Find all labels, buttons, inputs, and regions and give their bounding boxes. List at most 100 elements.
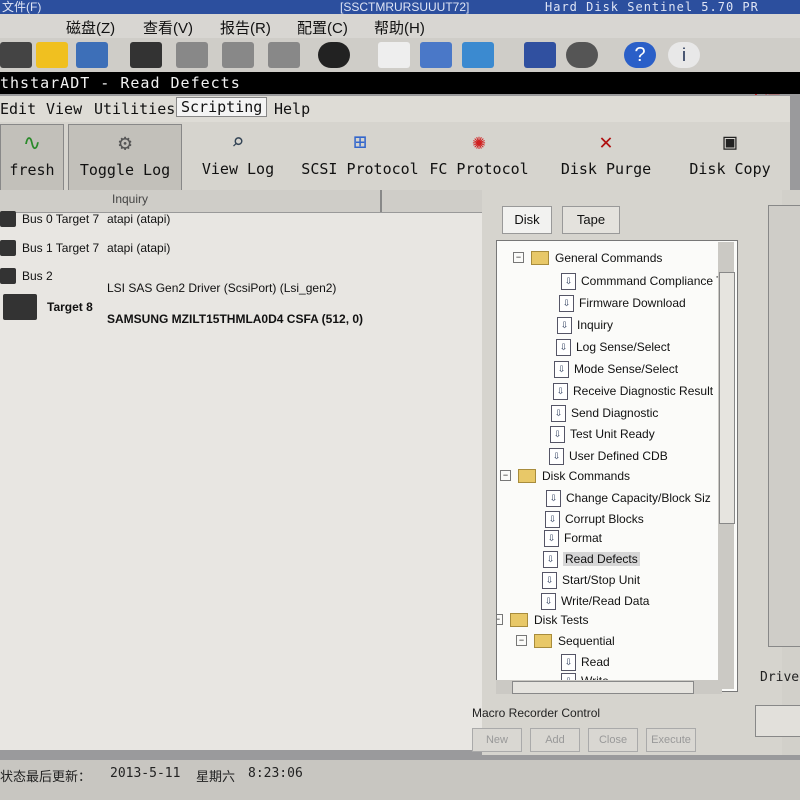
refresh-button[interactable]: ∿ fresh <box>0 124 64 194</box>
tree-item[interactable]: ⇩ Log Sense/Select <box>556 339 670 356</box>
tree-item[interactable]: ⇩ Write/Read Data <box>541 593 649 610</box>
collapse-icon[interactable]: − <box>513 252 524 263</box>
hdd-icon[interactable] <box>176 42 208 68</box>
device-inquiry: LSI SAS Gen2 Driver (ScsiPort) (Lsi_gen2… <box>107 281 337 295</box>
tree-item[interactable]: ⇩ Firmware Download <box>559 295 686 312</box>
drive-icon <box>0 240 16 256</box>
toggle-log-button[interactable]: ⚙ Toggle Log <box>68 124 182 194</box>
macro-recorder-label: Macro Recorder Control <box>472 706 601 720</box>
scsi-protocol-button[interactable]: ⊞ SCSI Protocol <box>300 124 420 192</box>
gear-icon: ⚙ <box>118 131 132 156</box>
disk-icon[interactable] <box>0 42 32 68</box>
device-row[interactable]: Bus 2 <box>0 268 53 284</box>
network-icon: ⊞ <box>353 130 367 155</box>
tree-item[interactable]: ⇩ Send Diagnostic <box>551 405 658 422</box>
outer-title-id: [SSCTMRURSUUUT72] <box>340 0 470 14</box>
tree-item[interactable]: ⇩ Read <box>561 654 610 671</box>
hdd-icon[interactable] <box>130 42 162 68</box>
folder-icon <box>510 613 528 627</box>
collapse-icon[interactable]: − <box>500 470 511 481</box>
command-icon: ⇩ <box>559 295 574 312</box>
monitor-icon[interactable] <box>76 42 108 68</box>
tree-item[interactable]: ⇩ Receive Diagnostic Result <box>553 383 713 400</box>
device-inquiry: SAMSUNG MZILT15THMLA0D4 CSFA (512, 0) <box>107 312 364 326</box>
menu-report[interactable]: 报告(R) <box>220 17 271 38</box>
folder-icon <box>531 251 549 265</box>
menu-utilities[interactable]: Utilities <box>94 100 175 118</box>
vertical-scrollbar[interactable] <box>718 242 735 689</box>
warning-icon[interactable] <box>36 42 68 68</box>
tab-disk[interactable]: Disk <box>502 206 552 234</box>
status-time: 8:23:06 <box>248 766 303 781</box>
device-row[interactable]: Bus 0 Target 7 <box>0 211 99 227</box>
tree-item[interactable]: ⇩ Test Unit Ready <box>550 426 655 443</box>
folder-icon <box>534 634 552 648</box>
copy-icon: ▣ <box>723 130 737 155</box>
info-icon[interactable]: i <box>668 42 700 68</box>
macro-execute-button[interactable]: Execute <box>646 728 696 752</box>
outer-menu-file[interactable]: 文件(F) <box>2 0 41 14</box>
fibre-icon: ✺ <box>472 130 486 155</box>
tree-node-sequential[interactable]: − Sequential <box>516 634 615 648</box>
window-icon[interactable] <box>462 42 494 68</box>
tree-node-disk-commands[interactable]: − Disk Commands <box>500 469 630 483</box>
collapse-icon[interactable]: − <box>497 614 503 625</box>
inner-menu-bar: Edit View Utilities Scripting Help <box>0 96 790 122</box>
status-label: 状态最后更新： <box>0 770 92 785</box>
tree-item[interactable]: ⇩ Commmand Compliance T <box>561 273 724 290</box>
fc-protocol-button[interactable]: ✺ FC Protocol <box>428 124 530 192</box>
menu-view-inner[interactable]: View <box>46 100 82 118</box>
macro-close-button[interactable]: Close <box>588 728 638 752</box>
disk-purge-button[interactable]: ✕ Disk Purge <box>556 124 656 192</box>
view-log-button[interactable]: ⌕ View Log <box>188 124 288 192</box>
drive-label: Drive <box>760 670 800 685</box>
tab-tape[interactable]: Tape <box>562 206 620 234</box>
hdd-icon[interactable] <box>222 42 254 68</box>
column-header-inquiry[interactable]: Inquiry <box>112 192 148 206</box>
menu-edit[interactable]: Edit <box>0 100 36 118</box>
tree-item-selected[interactable]: ⇩ Read Defects <box>543 551 640 568</box>
column-splitter[interactable] <box>380 190 382 212</box>
circle-icon[interactable] <box>318 42 350 68</box>
command-icon: ⇩ <box>543 551 558 568</box>
hdd-icon[interactable] <box>268 42 300 68</box>
tree-node-disk-tests[interactable]: −Disk Tests <box>497 613 588 627</box>
disc-icon[interactable] <box>566 42 598 68</box>
collapse-icon[interactable]: − <box>516 635 527 646</box>
window-title: thstarADT - Read Defects <box>0 74 241 92</box>
help-icon[interactable]: ? <box>624 42 656 68</box>
device-row[interactable]: Bus 1 Target 7 <box>0 240 99 256</box>
device-inquiry: atapi (atapi) <box>107 212 171 226</box>
scrollbar-thumb[interactable] <box>719 272 735 524</box>
menu-config[interactable]: 配置(C) <box>297 17 348 38</box>
command-icon: ⇩ <box>545 511 560 528</box>
disk-copy-button[interactable]: ▣ Disk Copy <box>680 124 780 192</box>
tree-item[interactable]: ⇩ Corrupt Blocks <box>545 511 644 528</box>
tree-item[interactable]: ⇩ User Defined CDB <box>549 448 668 465</box>
macro-add-button[interactable]: Add <box>530 728 580 752</box>
menu-view[interactable]: 查看(V) <box>143 17 193 38</box>
macro-new-button[interactable]: New <box>472 728 522 752</box>
refresh-icon[interactable] <box>420 42 452 68</box>
drive-button[interactable] <box>755 705 800 737</box>
tree-node-general-commands[interactable]: − General Commands <box>513 251 662 265</box>
tree-item[interactable]: ⇩ Mode Sense/Select <box>554 361 678 378</box>
inner-toolbar: ∿ fresh ⚙ Toggle Log ⌕ View Log ⊞ SCSI P… <box>0 122 790 198</box>
document-icon[interactable] <box>378 42 410 68</box>
menu-help-inner[interactable]: Help <box>274 100 310 118</box>
command-icon: ⇩ <box>561 273 576 290</box>
pen-icon[interactable] <box>524 42 556 68</box>
outer-app-title: Hard Disk Sentinel 5.70 PR <box>545 0 759 14</box>
horizontal-scrollbar[interactable] <box>496 680 722 694</box>
command-icon: ⇩ <box>556 339 571 356</box>
menu-scripting[interactable]: Scripting <box>176 97 268 117</box>
tree-item[interactable]: ⇩ Change Capacity/Block Siz <box>546 490 711 507</box>
tree-item[interactable]: ⇩ Inquiry <box>557 317 613 334</box>
tree-item[interactable]: ⇩ Start/Stop Unit <box>542 572 640 589</box>
scrollbar-thumb[interactable] <box>512 681 694 694</box>
column-header: Inquiry <box>0 190 482 213</box>
menu-disk[interactable]: 磁盘(Z) <box>66 17 115 38</box>
menu-help[interactable]: 帮助(H) <box>374 17 425 38</box>
device-row[interactable]: Target 8 <box>3 294 93 320</box>
tree-item[interactable]: ⇩ Format <box>544 530 602 547</box>
